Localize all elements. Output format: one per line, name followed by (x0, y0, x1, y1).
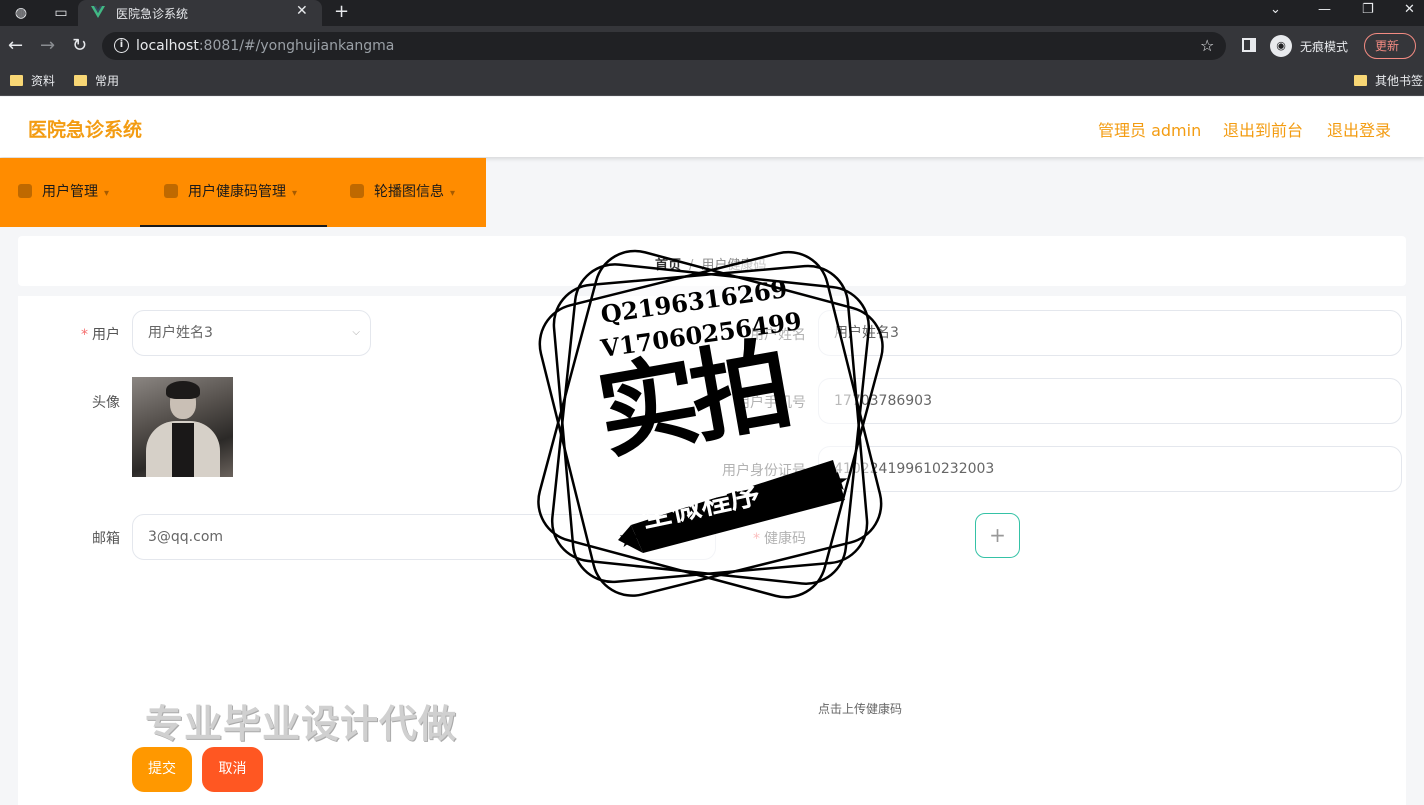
new-tab-icon[interactable]: + (334, 1, 349, 22)
folder-icon (1354, 75, 1367, 86)
address-bar: ← → ↻ i localhost:8081/#/yonghujiankangm… (0, 26, 1424, 66)
menu-item-health-code-management[interactable]: 用户健康码管理 ▾ (140, 158, 327, 227)
back-icon[interactable]: ← (8, 35, 23, 56)
user-select[interactable]: 用户姓名3 ⌵ (132, 310, 371, 356)
menu-item-carousel[interactable]: 轮播图信息 ▾ (350, 158, 455, 227)
reload-icon[interactable]: ↻ (72, 35, 87, 56)
idcard-field[interactable]: 410224199610232003 (818, 446, 1402, 492)
app-header: 医院急诊系统 管理员 admin 退出到前台 退出登录 (0, 97, 1424, 157)
maximize-icon[interactable]: ❐ (1362, 2, 1374, 17)
browser-tab-bar: ◍ ▭ 医院急诊系统 ✕ + ⌄ — ❐ ✕ (0, 0, 1424, 26)
chevron-down-icon[interactable]: ⌄ (1270, 2, 1281, 17)
update-button[interactable]: 更新 (1364, 33, 1416, 59)
side-panel-icon[interactable] (1242, 38, 1256, 52)
bookmark-folder[interactable]: 资料 (10, 72, 55, 89)
close-icon[interactable]: ✕ (296, 3, 308, 19)
admin-label: 管理员 admin (1098, 121, 1202, 140)
forward-icon[interactable]: → (40, 35, 55, 56)
chevron-down-icon: ⌵ (352, 327, 360, 338)
vue-logo-icon (91, 6, 105, 18)
phone-field[interactable]: 17703786903 (818, 378, 1402, 424)
incognito-label: 无痕模式 (1300, 40, 1349, 54)
incognito-icon[interactable]: ◉ (1270, 35, 1292, 57)
breadcrumb-bar: 首页 / 用户健康码 (18, 236, 1406, 286)
username-field[interactable]: 用户姓名3 (818, 310, 1402, 356)
bookmark-folder[interactable]: 常用 (74, 72, 119, 89)
menu-item-user-management[interactable]: 用户管理 ▾ (18, 158, 109, 227)
back-to-front-link[interactable]: 退出到前台 (1223, 117, 1303, 141)
email-field[interactable]: 3@qq.com (132, 514, 716, 560)
minimize-icon[interactable]: — (1318, 2, 1331, 17)
chevron-down-icon: ▾ (104, 188, 110, 199)
tab-icon[interactable]: ▭ (52, 4, 70, 22)
avatar (132, 377, 233, 477)
breadcrumb: 首页 / 用户健康码 (655, 258, 767, 273)
upload-hint: 点击上传健康码 (818, 702, 903, 716)
submit-button[interactable]: 提交 (132, 747, 192, 792)
stamp-title: 实拍 (589, 325, 795, 474)
other-bookmarks[interactable]: 其他书签 (1354, 72, 1423, 89)
top-menu: 用户管理 ▾ 用户健康码管理 ▾ 轮播图信息 ▾ (0, 158, 486, 227)
menu-icon (350, 184, 364, 198)
window-close-icon[interactable]: ✕ (1404, 2, 1415, 17)
ad-watermark: 专业毕业设计代做 (145, 702, 458, 746)
chevron-down-icon: ▾ (450, 188, 456, 199)
tab-title: 医院急诊系统 (116, 7, 189, 21)
folder-icon (10, 75, 23, 86)
healthcode-label: * 健康码 (753, 531, 806, 547)
menu-icon (164, 184, 178, 198)
app-title: 医院急诊系统 (28, 119, 143, 141)
plus-icon: + (989, 523, 1006, 547)
browser-tab-active[interactable]: 医院急诊系统 ✕ (78, 0, 322, 26)
cancel-button[interactable]: 取消 (202, 747, 263, 792)
url-input[interactable]: i localhost:8081/#/yonghujiankangma ☆ (102, 32, 1226, 60)
breadcrumb-home[interactable]: 首页 (655, 258, 681, 273)
chevron-down-icon: ▾ (292, 188, 298, 199)
upload-healthcode-button[interactable]: + (975, 513, 1020, 558)
breadcrumb-current: 用户健康码 (701, 258, 767, 273)
avatar-label: 头像 (92, 395, 120, 411)
user-label: * 用户 (81, 327, 120, 343)
info-icon[interactable]: i (114, 38, 129, 53)
url-text: localhost:8081/#/yonghujiankangma (136, 38, 395, 54)
folder-icon (74, 75, 87, 86)
logout-link[interactable]: 退出登录 (1327, 117, 1391, 141)
globe-icon[interactable]: ◍ (12, 4, 30, 22)
bookmark-star-icon[interactable]: ☆ (1200, 36, 1214, 55)
email-label: 邮箱 (92, 531, 120, 547)
bookmarks-bar: 资料 常用 其他书签 (0, 66, 1424, 96)
user-icon (18, 184, 32, 198)
